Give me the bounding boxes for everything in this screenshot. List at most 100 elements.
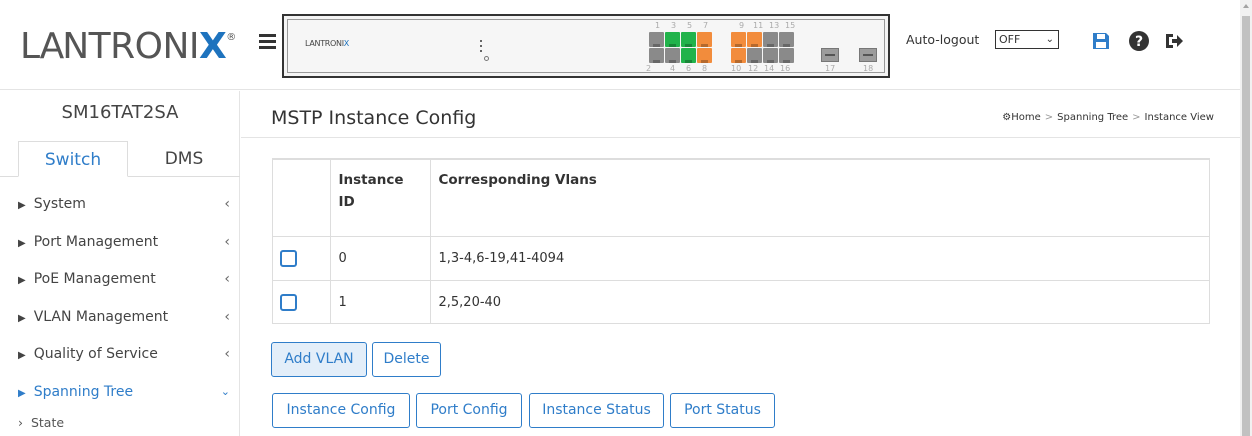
tab-dms[interactable]: DMS [134, 141, 234, 177]
column-header-instance-id: Instance ID [330, 160, 431, 237]
port-11[interactable] [747, 32, 762, 47]
port-number: 15 [785, 21, 796, 30]
title-divider [241, 137, 1240, 138]
port-number: 7 [703, 21, 709, 30]
vlans-cell: 2,5,20-40 [438, 294, 502, 310]
device-brand: LANTRONIX [305, 39, 349, 48]
row-checkbox[interactable] [280, 249, 297, 267]
port-number: 17 [825, 64, 836, 73]
port-13[interactable] [763, 32, 778, 47]
port-number: 4 [670, 64, 676, 73]
caret-right-icon: ▶ [18, 237, 26, 249]
port-5[interactable] [681, 32, 696, 47]
add-vlan-button[interactable]: Add VLAN [271, 342, 367, 377]
device-name: SM16TAT2SA [61, 102, 179, 123]
breadcrumb-instance-view: Instance View [1144, 112, 1214, 123]
port-2[interactable] [649, 48, 664, 63]
port-8[interactable] [697, 48, 712, 63]
port-9[interactable] [731, 32, 746, 47]
port-number: 9 [739, 21, 745, 30]
help-icon[interactable]: ? [1128, 30, 1150, 52]
chevron-left-icon: ‹ [224, 346, 230, 362]
caret-right-icon: ▶ [18, 200, 26, 211]
home-icon: ⚙ [1002, 112, 1012, 123]
scroll-up-icon[interactable] [1243, 4, 1249, 8]
page-scrollbar[interactable] [1240, 0, 1252, 436]
caret-right-icon: ▶ [18, 275, 26, 286]
port-7[interactable] [697, 32, 712, 47]
vlans-cell: 1,3-4,6-19,41-4094 [430, 236, 1209, 281]
sidebar-item-label: PoE Management [33, 271, 156, 287]
port-3[interactable] [665, 32, 680, 47]
led-indicator [480, 45, 482, 47]
sidebar-item-system[interactable]: ▶ System ‹ [0, 189, 240, 227]
port-config-button[interactable]: Port Config [416, 393, 522, 428]
autologout-select[interactable]: OFF ⌄ [995, 30, 1059, 49]
sidebar-item-label: Spanning Tree [33, 383, 134, 400]
instance-status-button[interactable]: Instance Status [529, 393, 664, 428]
tab-switch[interactable]: Switch [18, 141, 128, 177]
instance-id-cell: 1 [330, 280, 431, 324]
table-row: 1 2,5,20-40 [273, 280, 1209, 324]
sidebar-menu: ▶ System ‹ ▶ Port Management ‹ ▶ PoE Manage… [0, 189, 240, 414]
reset-hole [484, 56, 489, 61]
sidebar-item-quality-of-service[interactable]: ▶ Quality of Service ‹ [0, 339, 240, 377]
autologout-value: OFF [999, 33, 1021, 46]
port-number: 14 [764, 64, 775, 73]
row-checkbox[interactable] [280, 293, 297, 311]
breadcrumb-spanning-tree[interactable]: Spanning Tree [1057, 112, 1128, 123]
port-16[interactable] [779, 48, 794, 63]
instance-table: Instance ID Corresponding Vlans 0 1,3-4,6… [272, 158, 1210, 324]
port-17-sfp[interactable] [821, 48, 839, 62]
sidebar-item-port-management[interactable]: ▶ Port Management ‹ [0, 227, 240, 265]
port-1[interactable] [649, 32, 664, 47]
breadcrumb-home[interactable]: Home [1011, 112, 1041, 123]
sidebar-subitem-state[interactable]: › State [18, 415, 64, 430]
delete-button[interactable]: Delete [372, 342, 441, 377]
port-number: 6 [686, 64, 692, 73]
chevron-left-icon: ‹ [224, 308, 230, 325]
menu-toggle-icon[interactable] [259, 34, 276, 50]
save-icon[interactable] [1090, 30, 1112, 52]
sidebar: SM16TAT2SA Switch DMS ▶ System ‹ ▶ Port Ma… [0, 91, 240, 436]
port-number: 3 [671, 21, 677, 30]
sidebar-item-spanning-tree[interactable]: ▶ Spanning Tree ⌄ [0, 377, 240, 415]
column-header-select [273, 160, 331, 237]
port-18-sfp[interactable] [859, 48, 877, 62]
port-status-button[interactable]: Port Status [670, 393, 775, 428]
port-10[interactable] [731, 48, 746, 63]
port-12[interactable] [747, 48, 762, 63]
port-number: 12 [748, 64, 759, 73]
breadcrumb: ⚙Home > Spanning Tree > Instance View [1002, 112, 1214, 123]
port-15[interactable] [779, 32, 794, 47]
sidebar-item-vlan-management[interactable]: ▶ VLAN Management ‹ [0, 302, 240, 340]
chevron-left-icon: ‹ [224, 271, 230, 287]
port-14[interactable] [763, 48, 778, 63]
port-number: 18 [863, 64, 874, 73]
caret-right-icon: ▶ [18, 350, 26, 361]
port-number: 1 [655, 21, 661, 30]
instance-table-grid: Instance ID Corresponding Vlans 0 1,3-4,6… [273, 160, 1209, 324]
scrollbar-thumb[interactable] [1242, 16, 1250, 436]
led-indicator [480, 50, 482, 52]
instance-config-button[interactable]: Instance Config [272, 393, 410, 428]
caret-right-icon: ▶ [18, 312, 26, 324]
sidebar-tabs: Switch DMS [0, 141, 240, 177]
breadcrumb-separator: > [1044, 112, 1054, 123]
instance-id-cell: 0 [330, 236, 431, 281]
port-number: 13 [769, 21, 780, 30]
sidebar-item-poe-management[interactable]: ▶ PoE Management ‹ [0, 264, 240, 302]
port-4[interactable] [665, 48, 680, 63]
svg-text:?: ? [1135, 34, 1143, 50]
main-content: MSTP Instance Config ⚙Home > Spanning Tree… [241, 91, 1240, 436]
row-select-cell [273, 236, 331, 281]
sidebar-subitem-label: State [30, 415, 65, 430]
logout-icon[interactable] [1162, 30, 1184, 52]
sidebar-item-label: Quality of Service [33, 346, 158, 362]
port-number: 16 [780, 64, 791, 73]
port-6[interactable] [681, 48, 696, 63]
chevron-left-icon: ‹ [224, 233, 230, 250]
breadcrumb-separator: > [1132, 112, 1141, 123]
port-number: 2 [646, 64, 652, 73]
top-header: LANTRONIX® LANTRONIX 1 3 5 7 9 11 13 15 [0, 0, 1240, 90]
